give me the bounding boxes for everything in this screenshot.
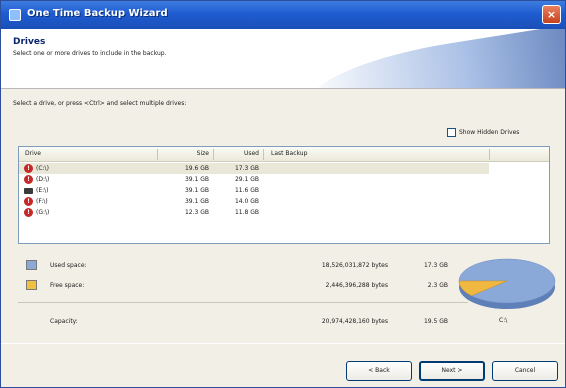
error-drive-icon: ! xyxy=(24,175,33,184)
free-space-label: Free space: xyxy=(50,282,85,289)
drive-name-cell: (E:\) xyxy=(36,187,49,194)
column-header-last-backup[interactable]: Last Backup xyxy=(271,150,307,157)
drive-used-cell: 11.6 GB xyxy=(234,187,259,194)
page-subtitle: Select one or more drives to include in … xyxy=(13,50,167,57)
drive-size-cell: 12.3 GB xyxy=(184,209,209,216)
pie-drive-label: C:\ xyxy=(499,317,508,324)
column-divider[interactable] xyxy=(489,149,490,160)
instruction-text: Select a drive, or press <Ctrl> and sele… xyxy=(13,100,187,107)
drive-size-cell: 39.1 GB xyxy=(184,176,209,183)
disk-usage-pie-chart xyxy=(456,253,558,313)
title-bar[interactable]: One Time Backup Wizard × xyxy=(1,1,565,29)
drive-name-cell: (C:\) xyxy=(36,165,49,172)
drive-used-cell: 29.1 GB xyxy=(234,176,259,183)
drive-size-cell: 39.1 GB xyxy=(184,187,209,194)
wizard-header: Drives Select one or more drives to incl… xyxy=(1,29,565,89)
window-title: One Time Backup Wizard xyxy=(27,8,168,19)
app-icon xyxy=(9,9,21,21)
drive-size-cell: 39.1 GB xyxy=(184,198,209,205)
used-space-label: Used space: xyxy=(50,262,87,269)
free-space-swatch xyxy=(26,280,37,290)
table-row[interactable]: ! (C:\) 19.6 GB 17.3 GB xyxy=(19,163,489,174)
column-divider[interactable] xyxy=(213,149,214,160)
column-divider[interactable] xyxy=(157,149,158,160)
drive-name-cell: (D:\) xyxy=(36,176,50,183)
error-drive-icon: ! xyxy=(24,164,33,173)
free-space-gb: 2.3 GB xyxy=(427,282,448,289)
drive-name-cell: (G:\) xyxy=(36,209,50,216)
capacity-label: Capacity: xyxy=(50,318,78,325)
column-header-used[interactable]: Used xyxy=(219,150,259,157)
back-button[interactable]: < Back xyxy=(346,361,412,381)
capacity-gb: 19.5 GB xyxy=(423,318,448,325)
disk-usage-legend: Used space: 18,526,031,872 bytes 17.3 GB… xyxy=(18,256,468,336)
used-space-gb: 17.3 GB xyxy=(423,262,448,269)
show-hidden-label: Show Hidden Drives xyxy=(459,129,520,136)
table-row[interactable]: ! (D:\) 39.1 GB 29.1 GB xyxy=(19,174,489,185)
hard-disk-icon xyxy=(24,188,33,194)
column-divider[interactable] xyxy=(263,149,264,160)
column-header-drive[interactable]: Drive xyxy=(25,150,41,157)
drive-name-cell: (F:\) xyxy=(36,198,48,205)
close-button[interactable]: × xyxy=(542,5,561,24)
drive-used-cell: 11.8 GB xyxy=(234,209,259,216)
capacity-bytes: 20,974,428,160 bytes xyxy=(321,318,388,325)
table-row[interactable]: ! (G:\) 12.3 GB 11.8 GB xyxy=(19,207,489,218)
error-drive-icon: ! xyxy=(24,197,33,206)
drive-used-cell: 17.3 GB xyxy=(234,165,259,172)
free-space-bytes: 2,446,396,288 bytes xyxy=(325,282,388,289)
cancel-button[interactable]: Cancel xyxy=(492,361,558,381)
page-title: Drives xyxy=(13,37,46,47)
used-space-bytes: 18,526,031,872 bytes xyxy=(321,262,388,269)
table-header: Drive Size Used Last Backup xyxy=(19,147,549,162)
next-button[interactable]: Next > xyxy=(419,361,485,381)
header-decoration xyxy=(300,29,565,88)
drive-table[interactable]: Drive Size Used Last Backup ! (C:\) 19.6 G… xyxy=(18,146,550,244)
error-drive-icon: ! xyxy=(24,208,33,217)
footer-divider xyxy=(1,343,565,344)
show-hidden-drives-checkbox[interactable]: Show Hidden Drives xyxy=(447,128,519,137)
legend-divider xyxy=(18,302,468,303)
table-row[interactable]: (E:\) 39.1 GB 11.6 GB xyxy=(19,185,489,196)
drive-used-cell: 14.0 GB xyxy=(234,198,259,205)
checkbox-box[interactable] xyxy=(447,128,456,137)
drive-size-cell: 19.6 GB xyxy=(184,165,209,172)
wizard-window: One Time Backup Wizard × Drives Select o… xyxy=(0,0,566,388)
used-space-swatch xyxy=(26,260,37,270)
column-header-size[interactable]: Size xyxy=(169,150,209,157)
table-row[interactable]: ! (F:\) 39.1 GB 14.0 GB xyxy=(19,196,489,207)
